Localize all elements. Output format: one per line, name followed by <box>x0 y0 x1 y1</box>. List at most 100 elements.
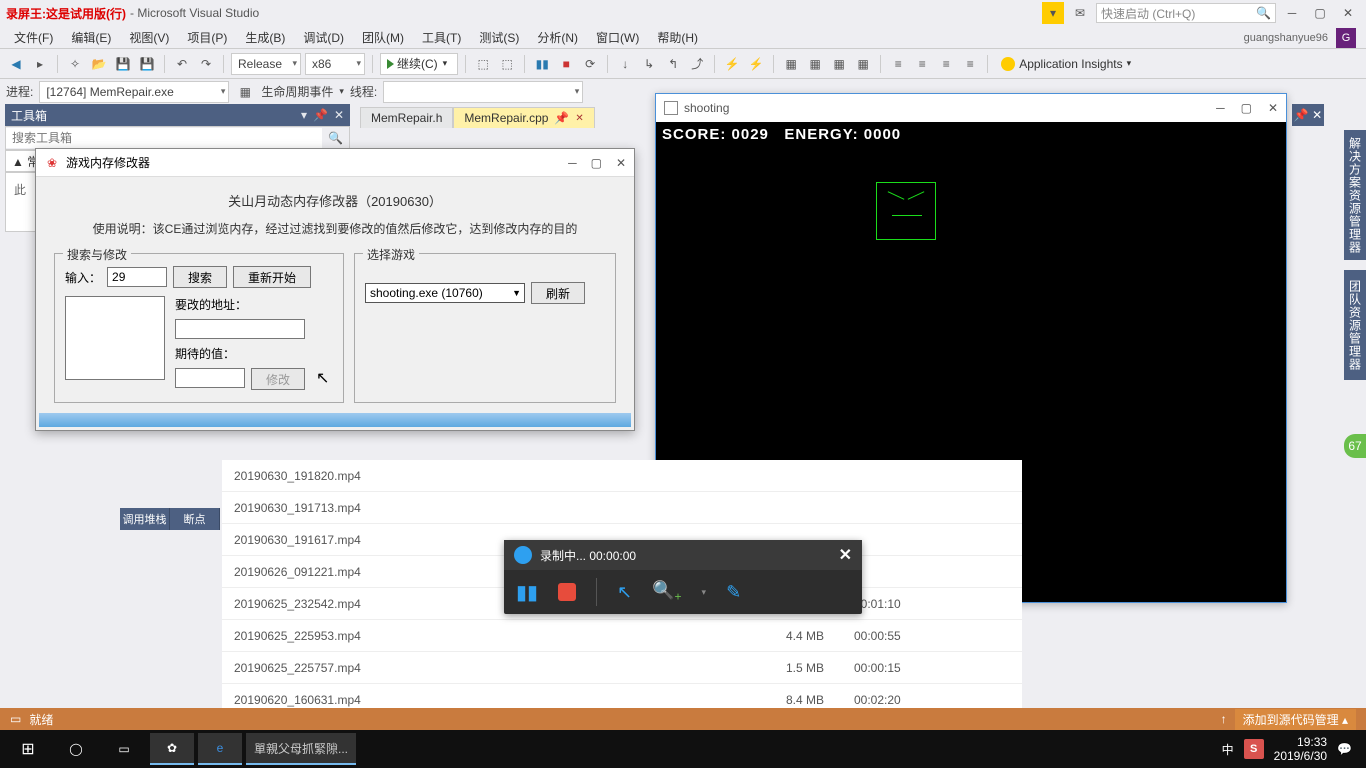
list-item[interactable]: 20190625_225953.mp44.4 MB00:00:55 <box>222 620 1022 652</box>
menu-team[interactable]: 团队(M) <box>354 27 412 48</box>
restart-icon[interactable]: ⟳ <box>580 54 600 74</box>
taskview-icon[interactable]: ▭ <box>102 733 146 765</box>
tool-icon-a[interactable]: ⚡ <box>722 54 742 74</box>
open-icon[interactable]: 📂 <box>89 54 109 74</box>
lifecycle-icon[interactable]: ▦ <box>235 82 255 102</box>
quick-launch-input[interactable]: 快速启动 (Ctrl+Q) 🔍 <box>1096 3 1276 23</box>
list-item[interactable]: 20190625_225757.mp41.5 MB00:00:15 <box>222 652 1022 684</box>
maximize-button[interactable]: ▢ <box>1241 101 1252 115</box>
menu-test[interactable]: 测试(S) <box>471 27 527 48</box>
menu-tools[interactable]: 工具(T) <box>414 27 469 48</box>
ime-cn[interactable]: 中 <box>1222 741 1234 758</box>
step-icon-4[interactable]: ⤴ <box>687 54 707 74</box>
step-icon-1[interactable]: ↓ <box>615 54 635 74</box>
restart-button[interactable]: 重新开始 <box>233 266 311 288</box>
nav-fwd-icon[interactable]: ▸ <box>30 54 50 74</box>
vtab-team-explorer[interactable]: 团队资源管理器 <box>1344 270 1366 380</box>
menu-project[interactable]: 项目(P) <box>179 27 235 48</box>
close-button[interactable]: ✕ <box>616 156 626 170</box>
tool-icon-f[interactable]: ▦ <box>853 54 873 74</box>
menu-help[interactable]: 帮助(H) <box>649 27 706 48</box>
step-icon-3[interactable]: ↰ <box>663 54 683 74</box>
minimize-button[interactable]: ─ <box>1216 101 1225 115</box>
close-tab-icon[interactable]: ✕ <box>575 113 583 124</box>
stop-icon[interactable]: ■ <box>556 54 576 74</box>
step-icon-2[interactable]: ↳ <box>639 54 659 74</box>
search-button[interactable]: 搜索 <box>173 266 227 288</box>
continue-button[interactable]: 继续(C)▾ <box>380 53 458 75</box>
cortana-icon[interactable]: ◯ <box>54 733 98 765</box>
config-combo[interactable]: Release <box>231 53 301 75</box>
platform-combo[interactable]: x86 <box>305 53 365 75</box>
minimize-button[interactable]: ─ <box>1280 3 1304 23</box>
tool-icon-e[interactable]: ▦ <box>829 54 849 74</box>
thread-combo[interactable] <box>383 81 583 103</box>
start-button[interactable]: ⊞ <box>6 733 50 765</box>
cursor-tool-icon[interactable]: ↖ <box>617 582 632 603</box>
menu-view[interactable]: 视图(V) <box>121 27 177 48</box>
notification-bubble[interactable]: 67 <box>1344 434 1366 458</box>
user-name[interactable]: guangshanyue96 <box>1244 32 1328 44</box>
zoom-tool-icon[interactable]: 🔍+ <box>652 580 681 604</box>
tool-icon-j[interactable]: ≡ <box>960 54 980 74</box>
nav-back-icon[interactable]: ◀ <box>6 54 26 74</box>
undo-icon[interactable]: ↶ <box>172 54 192 74</box>
tab-memrepair-h[interactable]: MemRepair.h <box>360 107 453 128</box>
close-icon[interactable]: ✕ <box>334 108 344 122</box>
avatar[interactable]: G <box>1336 28 1356 48</box>
notification-flag-icon[interactable]: ▾ <box>1042 2 1064 24</box>
redo-icon[interactable]: ↷ <box>196 54 216 74</box>
pause-icon[interactable]: ▮▮ <box>516 580 538 605</box>
menu-build[interactable]: 生成(B) <box>237 27 293 48</box>
clock[interactable]: 19:33 2019/6/30 <box>1274 735 1327 764</box>
feedback-icon[interactable]: ✉ <box>1068 3 1092 23</box>
dbg-icon-2[interactable]: ⬚ <box>497 54 517 74</box>
app-insights-button[interactable]: Application Insights▾ <box>995 57 1137 71</box>
close-button[interactable]: ✕ <box>1336 3 1360 23</box>
pin-icon[interactable]: 📌 <box>554 111 569 125</box>
task-edge-label[interactable]: 單親父母抓緊隙... <box>246 733 356 765</box>
panel-pin-icon[interactable]: 📌 ✕ <box>1292 104 1324 126</box>
value-input[interactable] <box>107 267 167 287</box>
expect-input[interactable] <box>175 368 245 388</box>
menu-window[interactable]: 窗口(W) <box>588 27 647 48</box>
saveall-icon[interactable]: 💾 <box>137 54 157 74</box>
process-combo[interactable]: [12764] MemRepair.exe <box>39 81 229 103</box>
stop-icon[interactable] <box>558 583 576 601</box>
task-edge[interactable]: e <box>198 733 242 765</box>
pin-icon[interactable]: 📌 <box>313 108 328 122</box>
refresh-button[interactable]: 刷新 <box>531 282 585 304</box>
tool-icon-b[interactable]: ⚡ <box>746 54 766 74</box>
menu-file[interactable]: 文件(F) <box>6 27 61 48</box>
tool-icon-i[interactable]: ≡ <box>936 54 956 74</box>
close-icon[interactable]: ✕ <box>839 545 852 565</box>
new-icon[interactable]: ✧ <box>65 54 85 74</box>
list-item[interactable]: 20190630_191820.mp4 <box>222 460 1022 492</box>
toolbox-header[interactable]: 工具箱 ▾📌✕ <box>5 104 350 126</box>
maximize-button[interactable]: ▢ <box>591 156 602 170</box>
tool-icon-c[interactable]: ▦ <box>781 54 801 74</box>
dropdown-icon[interactable]: ▾ <box>301 108 307 122</box>
menu-analyze[interactable]: 分析(N) <box>529 27 586 48</box>
menu-edit[interactable]: 编辑(E) <box>63 27 119 48</box>
dbg-icon-1[interactable]: ⬚ <box>473 54 493 74</box>
toolbox-search-input[interactable] <box>6 128 322 148</box>
dialog-titlebar[interactable]: ❀ 游戏内存修改器 ─ ▢ ✕ <box>36 149 634 177</box>
pen-tool-icon[interactable]: ✎ <box>726 582 741 603</box>
modify-button[interactable]: 修改 <box>251 368 305 390</box>
notifications-icon[interactable]: 💬 <box>1337 742 1352 756</box>
minimize-button[interactable]: ─ <box>568 156 577 170</box>
menu-debug[interactable]: 调试(D) <box>295 27 352 48</box>
ime-s[interactable]: S <box>1244 739 1264 759</box>
source-control-button[interactable]: 添加到源代码管理 ▴ <box>1235 709 1356 730</box>
pause-icon[interactable]: ▮▮ <box>532 54 552 74</box>
tool-icon-d[interactable]: ▦ <box>805 54 825 74</box>
task-app-1[interactable]: ✿ <box>150 733 194 765</box>
addr-input[interactable] <box>175 319 305 339</box>
tab-memrepair-cpp[interactable]: MemRepair.cpp📌✕ <box>453 107 594 128</box>
tool-icon-h[interactable]: ≡ <box>912 54 932 74</box>
recorder-bar[interactable]: 录制中... 00:00:00 ✕ ▮▮ ↖ 🔍+ ▾ ✎ <box>504 540 862 614</box>
game-process-combo[interactable]: shooting.exe (10760) <box>365 283 525 303</box>
game-titlebar[interactable]: shooting ─ ▢ ✕ <box>656 94 1286 122</box>
vtab-solution-explorer[interactable]: 解决方案资源管理器 <box>1344 130 1366 260</box>
